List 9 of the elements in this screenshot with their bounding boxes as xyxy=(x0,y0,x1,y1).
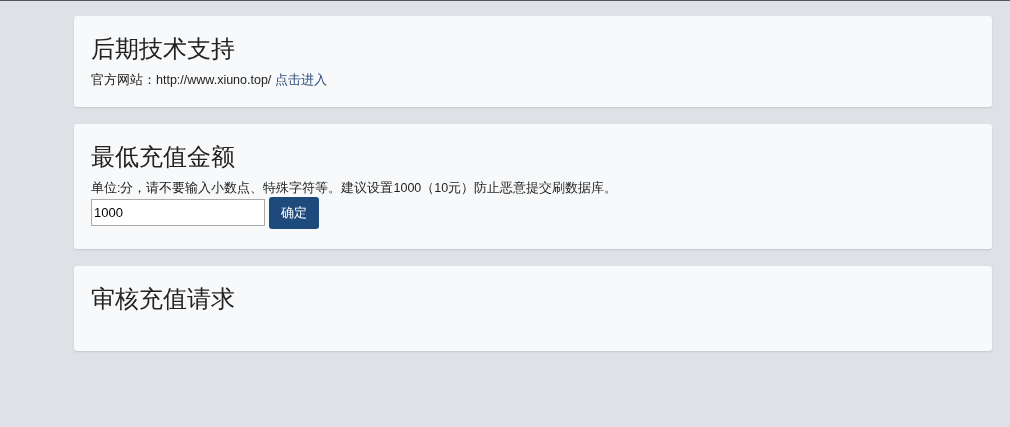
site-label: 官方网站： xyxy=(91,72,156,89)
section-title: 后期技术支持 xyxy=(91,34,235,64)
hint-text: 单位:分，请不要输入小数点、特殊字符等。建议设置1000（10元）防止恶意提交刷数据库。 xyxy=(91,180,619,197)
site-url: http://www.xiuno.top/ xyxy=(156,72,272,89)
confirm-button[interactable]: 确定 xyxy=(269,197,319,229)
section-title: 审核充值请求 xyxy=(91,284,235,314)
amount-input[interactable]: 1000 xyxy=(91,199,265,226)
enter-link[interactable]: 点击进入 xyxy=(275,71,328,89)
section-title: 最低充值金额 xyxy=(91,142,235,172)
